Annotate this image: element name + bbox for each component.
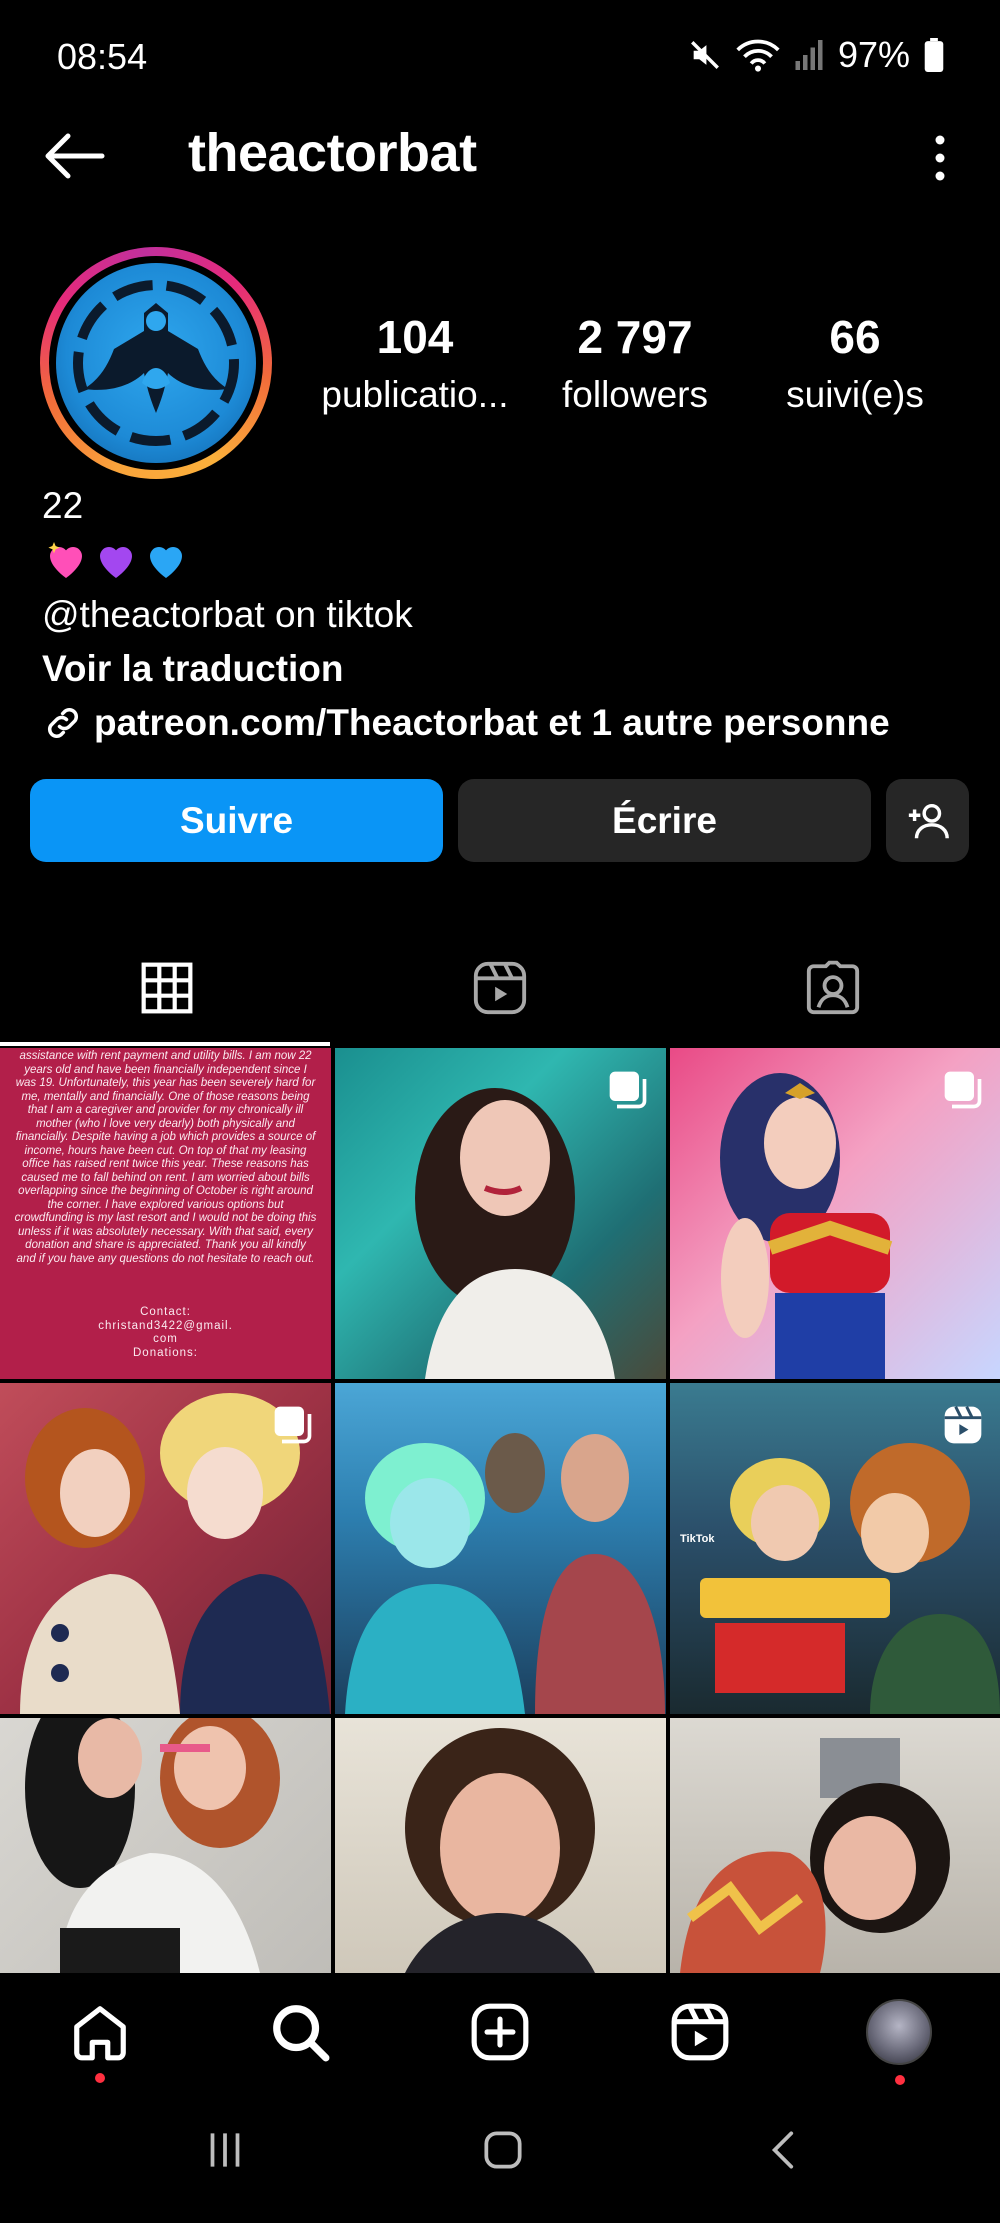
post-text-contact: Contact: [140,1306,191,1318]
home-icon [74,2006,126,2061]
follow-button[interactable]: Suivre [30,779,443,862]
posts-grid: assistance with rent payment and utility… [0,1048,1000,1973]
purple-heart-icon [100,547,132,578]
carousel-icon [944,1071,982,1109]
search-icon [273,2005,330,2062]
tab-tagged[interactable] [666,930,999,1046]
status-bar: 08:54 97% [0,0,1000,110]
stat-posts[interactable]: 104 publicatio... [315,310,515,416]
home-notification-dot [95,2073,105,2083]
stat-followers[interactable]: 2 797 followers [535,310,735,416]
bio-emoji-hearts [42,536,190,584]
bio-line-tiktok: @theactorbat on tiktok [42,594,413,635]
avatar[interactable] [40,247,272,479]
link-icon [47,707,79,739]
active-tab-indicator [0,1042,330,1046]
battery-percent: 97% [837,34,910,75]
post-thumbnail[interactable]: TikTok [670,1383,1000,1714]
profile-notification-dot [895,2075,905,2085]
add-person-icon [908,803,949,838]
reels-icon [671,2003,729,2061]
sparkling-heart-icon [48,542,82,578]
profile-header: theactorbat [0,110,1000,200]
add-post-icon [471,2003,529,2061]
post-thumbnail[interactable] [670,1718,1000,1973]
tab-reels[interactable] [333,930,666,1046]
translate-link[interactable]: Voir la traduction [42,648,344,690]
post-thumbnail[interactable] [670,1048,1000,1379]
carousel-icon [609,1071,647,1109]
post-text-email: christand3422@gmail. [98,1319,233,1332]
system-back-icon[interactable] [760,2125,810,2175]
suggest-accounts-button[interactable] [886,779,969,862]
reels-icon [473,961,526,1015]
message-button[interactable]: Écrire [458,779,871,862]
signal-icon [795,40,823,70]
battery-icon [924,38,944,72]
back-arrow-icon[interactable] [38,128,108,184]
avatar-image [56,263,256,463]
profile-avatar-icon [866,1999,932,2065]
system-navigation [0,2093,1000,2223]
wifi-icon [736,39,780,72]
tagged-icon [806,960,859,1015]
post-thumbnail[interactable]: assistance with rent payment and utility… [0,1048,331,1379]
post-thumbnail[interactable] [0,1718,331,1973]
post-text-com: com [153,1333,178,1345]
profile-tabs [0,930,1000,1046]
grid-icon [141,962,192,1014]
blue-heart-icon [150,547,182,578]
nav-home[interactable] [65,1997,135,2067]
profile-username: theactorbat [188,123,477,183]
nav-profile[interactable] [864,1997,934,2067]
status-time: 08:54 [57,36,148,77]
nav-search[interactable] [265,1997,335,2067]
mute-icon [690,41,719,69]
post-thumbnail[interactable] [0,1383,331,1714]
post-text-body: assistance with rent payment and utility… [14,1050,317,1265]
tiktok-watermark: TikTok [680,1533,715,1545]
bio-link-text: patreon.com/Theactorbat et 1 autre perso… [94,702,890,743]
carousel-icon [274,1406,312,1444]
tab-posts-grid[interactable] [0,930,333,1046]
post-thumbnail[interactable] [335,1383,666,1714]
post-thumbnail[interactable] [335,1718,666,1973]
reel-icon [944,1406,982,1444]
nav-create[interactable] [465,1997,535,2067]
stat-following[interactable]: 66 suivi(e)s [755,310,955,416]
home-button-icon[interactable] [478,2125,528,2175]
bio-line-age: 22 [42,485,84,526]
recent-apps-icon[interactable] [200,2125,250,2175]
post-text-donations: Donations: [133,1346,198,1359]
bottom-navigation [0,1973,1000,2093]
more-options-icon[interactable] [920,130,960,186]
bio-link[interactable]: patreon.com/Theactorbat et 1 autre perso… [42,702,890,744]
nav-reels[interactable] [665,1997,735,2067]
post-thumbnail[interactable] [335,1048,666,1379]
